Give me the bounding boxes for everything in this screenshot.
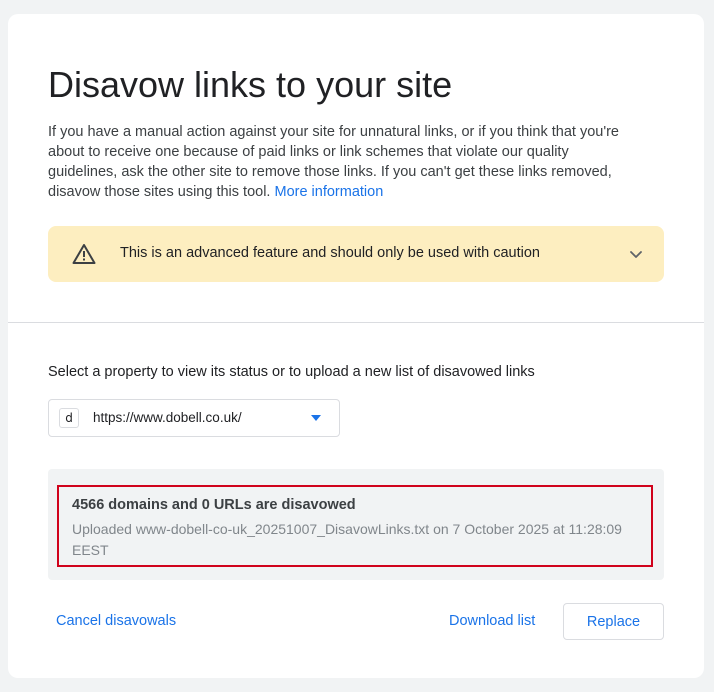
property-selector[interactable]: d https://www.dobell.co.uk/ — [48, 399, 340, 437]
section-divider — [8, 322, 704, 323]
disavow-status-panel: 4566 domains and 0 URLs are disavowed Up… — [48, 469, 664, 580]
caution-text: This is an advanced feature and should o… — [120, 245, 540, 261]
replace-button[interactable]: Replace — [563, 603, 664, 640]
chevron-down-icon[interactable] — [628, 246, 644, 262]
selected-property-url: https://www.dobell.co.uk/ — [93, 410, 242, 425]
dropdown-arrow-icon — [311, 415, 321, 421]
caution-banner[interactable]: This is an advanced feature and should o… — [48, 226, 664, 282]
cancel-disavowals-button[interactable]: Cancel disavowals — [56, 613, 176, 629]
warning-triangle-icon — [72, 244, 96, 264]
property-select-label: Select a property to view its status or … — [48, 364, 535, 380]
disavow-card: Disavow links to your site If you have a… — [8, 14, 704, 678]
site-favicon: d — [59, 408, 79, 428]
page-title: Disavow links to your site — [48, 64, 453, 105]
download-list-button[interactable]: Download list — [449, 613, 535, 629]
intro-paragraph: If you have a manual action against your… — [48, 122, 640, 202]
upload-details: Uploaded www-dobell-co-uk_20251007_Disav… — [72, 521, 622, 558]
more-information-link[interactable]: More information — [274, 184, 383, 200]
disavow-summary: 4566 domains and 0 URLs are disavowed — [72, 497, 356, 513]
